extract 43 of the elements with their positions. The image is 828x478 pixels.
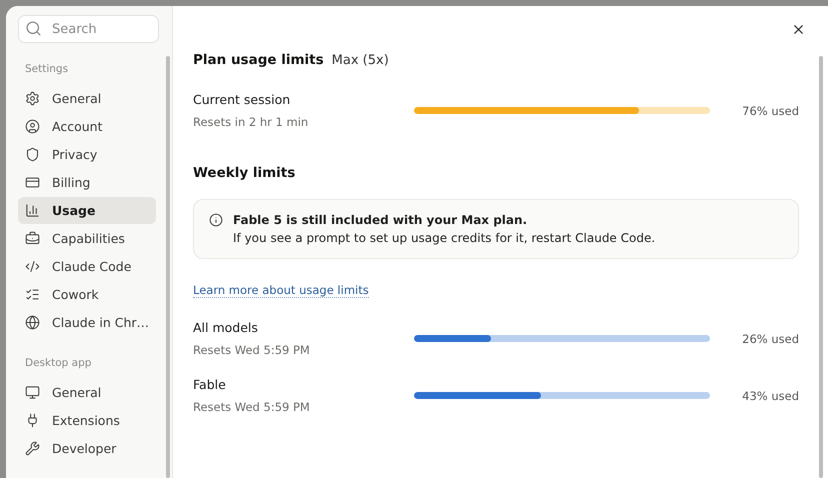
globe-icon: [25, 315, 40, 330]
search-field[interactable]: Search: [18, 15, 159, 43]
sidebar-item[interactable]: Account: [18, 113, 156, 140]
learn-more-link[interactable]: Learn more about usage limits: [193, 283, 369, 298]
meter-name: Fable: [193, 377, 227, 392]
meter-name: All models: [193, 320, 259, 335]
meter-name: Current session: [193, 92, 292, 107]
monitor-icon: [25, 385, 40, 400]
sidebar-item[interactable]: General: [18, 85, 156, 112]
reset-time: Resets Wed 5:59 PM: [193, 400, 311, 414]
section-heading: Weekly limits: [193, 165, 296, 181]
sidebar-item[interactable]: Extensions: [18, 407, 156, 434]
sidebar-item[interactable]: Usage: [18, 197, 156, 224]
card-icon: [25, 175, 40, 190]
sidebar-item[interactable]: Privacy: [18, 141, 156, 168]
person-circle-icon: [25, 119, 40, 134]
section-title: Desktop app: [24, 356, 92, 371]
close-icon: [791, 22, 806, 37]
sidebar-item[interactable]: Cowork: [18, 281, 156, 308]
sidebar-item[interactable]: Claude Code: [18, 253, 156, 280]
notice-text: Fable 5 is still included with your Max plan. If you see a prompt to set up usage credits for it, restart Claude Code.: [233, 212, 656, 247]
briefcase-icon: [25, 231, 40, 246]
wrench-icon: [25, 441, 40, 456]
info-icon: [209, 213, 223, 227]
usage-reading: 43% used: [741, 388, 799, 402]
code-icon: [25, 259, 40, 274]
sidebar-item[interactable]: Billing: [18, 169, 156, 196]
sidebar-item[interactable]: Claude in Chr…: [18, 309, 156, 336]
usage-reading: 76% used: [741, 104, 799, 118]
sidebar-item[interactable]: Developer: [18, 435, 156, 462]
plan-name: Max (5x): [332, 53, 389, 68]
bar-chart-icon: [25, 203, 40, 218]
gear-icon: [25, 91, 40, 106]
reset-time: Resets in 2 hr 1 min: [193, 115, 310, 129]
section-title: Settings: [24, 62, 70, 77]
checklist-icon: [25, 287, 40, 302]
reset-time: Resets Wed 5:59 PM: [193, 343, 311, 357]
usage-reading: 26% used: [741, 332, 799, 346]
search-icon: [25, 20, 42, 37]
shield-icon: [25, 147, 40, 162]
section-heading: Plan usage limits: [193, 52, 324, 68]
sidebar-item[interactable]: General: [18, 379, 156, 406]
sidebar-item[interactable]: Capabilities: [18, 225, 156, 252]
